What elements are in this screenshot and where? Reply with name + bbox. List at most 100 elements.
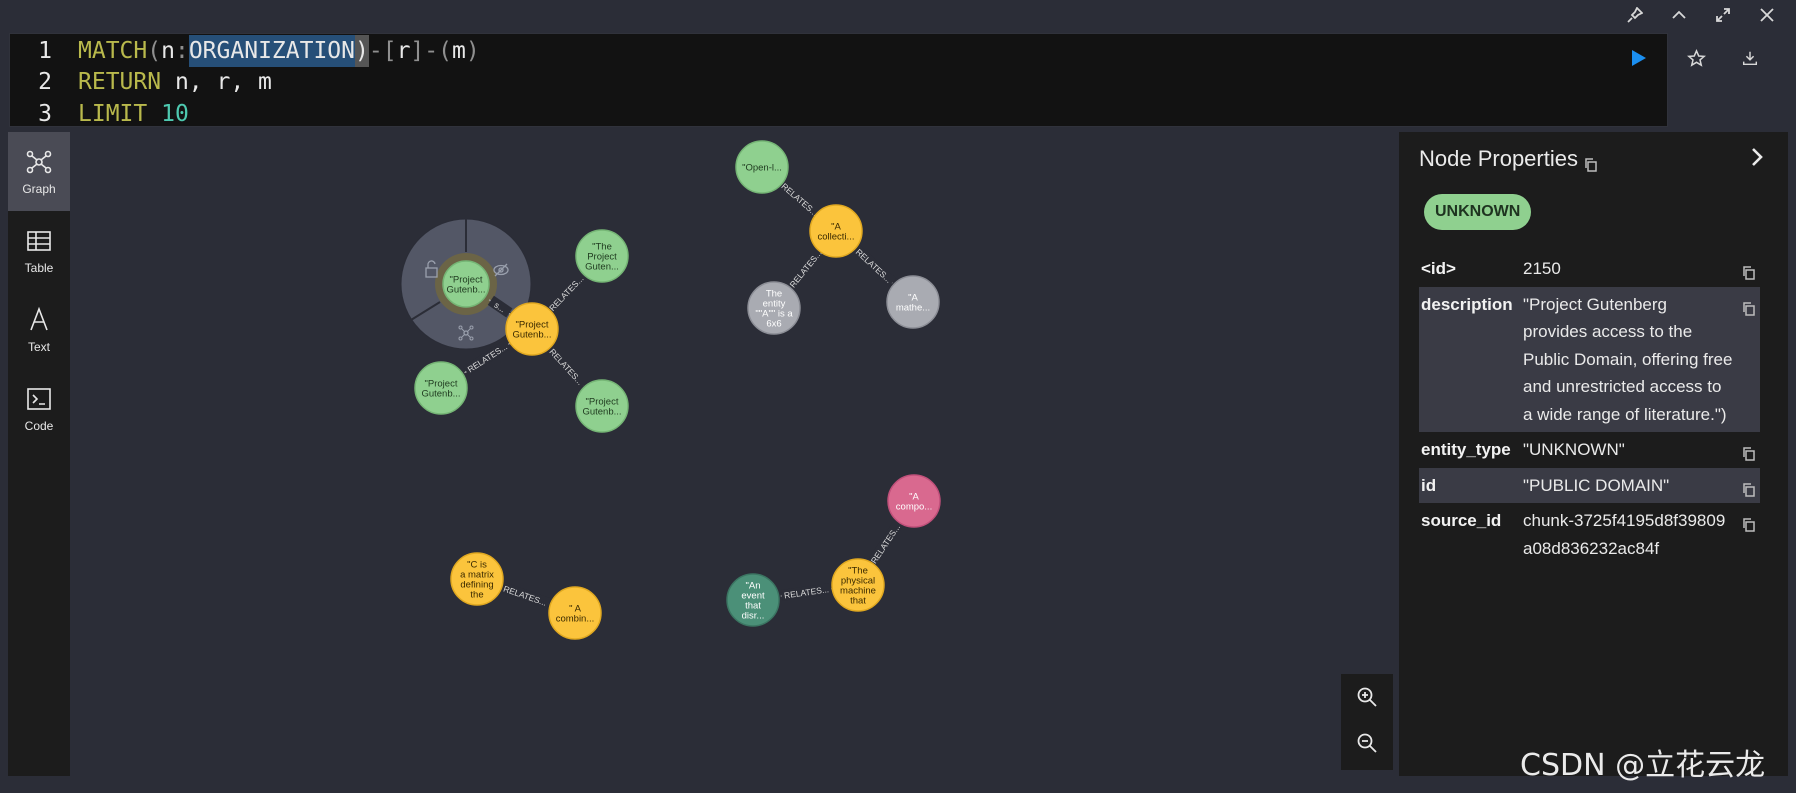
property-key: id bbox=[1421, 475, 1437, 495]
line-number: 1 bbox=[38, 37, 52, 64]
sidebar-label: Graph bbox=[22, 181, 56, 196]
relationship-label: RELATES... bbox=[869, 522, 902, 565]
punctuation: ]-( bbox=[410, 37, 452, 64]
cypher-editor[interactable]: 1 MATCH (n: ORGANIZATION) -[r]-(m) 2 RETUR… bbox=[9, 33, 1668, 127]
node-caption: Gutenb... bbox=[421, 389, 460, 400]
limit-number: 10 bbox=[161, 100, 189, 127]
property-value: "PUBLIC DOMAIN" bbox=[1523, 475, 1670, 495]
graph-node[interactable]: "Thephysicalmachinethat bbox=[831, 558, 885, 612]
graph-svg[interactable]: s... RELATES...RELATES... RELATES...RELATE… bbox=[70, 132, 1399, 776]
property-row: description "Project Gutenberg provides … bbox=[1419, 286, 1760, 432]
graph-node[interactable]: "TheProjectGuten... bbox=[575, 229, 629, 283]
variable: r bbox=[396, 37, 411, 64]
node-caption: combin... bbox=[556, 614, 595, 625]
sidebar-item-code[interactable]: Code bbox=[8, 369, 70, 448]
code-line: 3 LIMIT 10 bbox=[10, 98, 1667, 130]
zoom-out-icon[interactable] bbox=[1341, 720, 1393, 766]
node-caption: 6x6 bbox=[766, 319, 781, 330]
graph-node[interactable]: "Acollecti... bbox=[809, 204, 863, 258]
graph-node[interactable]: "ProjectGutenb... bbox=[442, 260, 490, 308]
window-controls bbox=[1624, 0, 1778, 30]
copy-icon[interactable] bbox=[1742, 442, 1756, 461]
punctuation: ) bbox=[355, 34, 369, 67]
node-caption: Gutenb... bbox=[512, 330, 551, 341]
code-line: 1 MATCH (n: ORGANIZATION) -[r]-(m) bbox=[10, 34, 1667, 67]
node-caption: Gutenb... bbox=[446, 285, 485, 296]
result-view-sidebar: Graph Table Text Code bbox=[8, 132, 70, 776]
sidebar-item-text[interactable]: Text bbox=[8, 290, 70, 369]
graph-icon bbox=[26, 150, 52, 173]
panel-title: Node Properties bbox=[1419, 146, 1598, 172]
punctuation: -[ bbox=[368, 37, 397, 64]
neo4j-browser: 1 MATCH (n: ORGANIZATION) -[r]-(m) 2 RETUR… bbox=[0, 0, 1796, 793]
graph-node[interactable]: "C isa matrixdefiningthe bbox=[450, 552, 504, 606]
graph-node[interactable]: "ProjectGutenb... bbox=[575, 379, 629, 433]
relationship-label: RELATES... bbox=[788, 248, 824, 289]
relationship-label: RELATES... bbox=[783, 584, 829, 600]
close-icon[interactable] bbox=[1756, 4, 1778, 26]
chevron-right-icon[interactable] bbox=[1746, 146, 1768, 168]
label-selection: ORGANIZATION bbox=[188, 34, 355, 67]
node-caption: Guten... bbox=[585, 262, 619, 273]
graph-node[interactable]: "Amathe... bbox=[886, 275, 940, 329]
property-value: chunk-3725f4195d8f39809a08d836232ac84f bbox=[1523, 511, 1726, 558]
copy-icon[interactable] bbox=[1742, 478, 1756, 497]
punctuation: ) bbox=[465, 37, 480, 64]
relationship-label: RELATES... bbox=[502, 584, 548, 608]
zoom-controls bbox=[1341, 674, 1393, 770]
sidebar-item-graph[interactable]: Graph bbox=[8, 132, 70, 211]
graph-node[interactable]: "ProjectGutenb... bbox=[505, 302, 559, 356]
property-key: description bbox=[1421, 294, 1513, 314]
node-caption: Gutenb... bbox=[582, 407, 621, 418]
sidebar-item-table[interactable]: Table bbox=[8, 211, 70, 290]
watermark: CSDN @立花云龙 bbox=[1520, 748, 1766, 783]
copy-icon[interactable] bbox=[1742, 513, 1756, 532]
variable: n bbox=[161, 37, 175, 64]
copy-icon[interactable] bbox=[1584, 152, 1598, 172]
return-vars: n, r, m bbox=[161, 69, 272, 96]
property-value: 2150 bbox=[1523, 259, 1561, 278]
graph-node[interactable]: Theentity""A"" is a6x6 bbox=[747, 281, 801, 335]
play-icon[interactable] bbox=[1624, 44, 1652, 72]
pin-icon[interactable] bbox=[1624, 4, 1646, 26]
node-caption: disr... bbox=[742, 611, 765, 622]
star-icon[interactable] bbox=[1682, 44, 1710, 72]
graph-node[interactable]: " Acombin... bbox=[548, 586, 602, 640]
property-key: source_id bbox=[1421, 511, 1502, 530]
graph-node[interactable]: "Open-l... bbox=[735, 140, 789, 194]
punctuation: : bbox=[174, 37, 189, 64]
panel-title-text: Node Properties bbox=[1419, 146, 1578, 171]
property-key: <id> bbox=[1421, 259, 1456, 278]
sidebar-label: Table bbox=[24, 260, 54, 275]
label-badge[interactable]: UNKNOWN bbox=[1424, 194, 1532, 230]
table-icon bbox=[27, 230, 51, 251]
graph-node[interactable]: "ProjectGutenb... bbox=[414, 361, 468, 415]
text-icon bbox=[30, 306, 48, 330]
node-caption: mathe... bbox=[896, 303, 930, 314]
keyword: RETURN bbox=[78, 69, 162, 96]
property-value: "UNKNOWN" bbox=[1523, 440, 1625, 459]
copy-icon[interactable] bbox=[1742, 297, 1756, 316]
keyword: MATCH bbox=[78, 37, 148, 64]
graph-node[interactable]: "Aneventthatdisr... bbox=[726, 573, 780, 627]
punctuation: ( bbox=[147, 37, 162, 64]
collapse-up-icon[interactable] bbox=[1668, 4, 1690, 26]
sidebar-label: Text bbox=[27, 339, 50, 354]
graph-canvas[interactable]: s... RELATES... RELATES... RELATES... RELATE… bbox=[70, 132, 1399, 776]
property-value: "Project Gutenberg provides access to th… bbox=[1523, 294, 1733, 424]
node-properties-panel: Node Properties UNKNOWN <id> 2150 descri… bbox=[1399, 132, 1788, 776]
zoom-in-icon[interactable] bbox=[1341, 674, 1393, 720]
expand-icon[interactable] bbox=[1712, 4, 1734, 26]
property-key: entity_type bbox=[1421, 440, 1511, 459]
relationship-label: RELATES... bbox=[854, 247, 894, 285]
download-icon[interactable] bbox=[1736, 44, 1764, 72]
keyword: LIMIT bbox=[78, 100, 148, 127]
code-icon bbox=[27, 387, 51, 410]
relationship-label: RELATES... bbox=[779, 181, 820, 218]
properties-table: <id> 2150 description "Project Gutenberg… bbox=[1419, 251, 1760, 566]
relationship-label: RELATES... bbox=[547, 273, 586, 313]
sidebar-label: Code bbox=[24, 418, 54, 433]
line-number: 2 bbox=[38, 69, 52, 96]
copy-icon[interactable] bbox=[1742, 261, 1756, 280]
graph-node[interactable]: "Acompo... bbox=[887, 474, 941, 528]
